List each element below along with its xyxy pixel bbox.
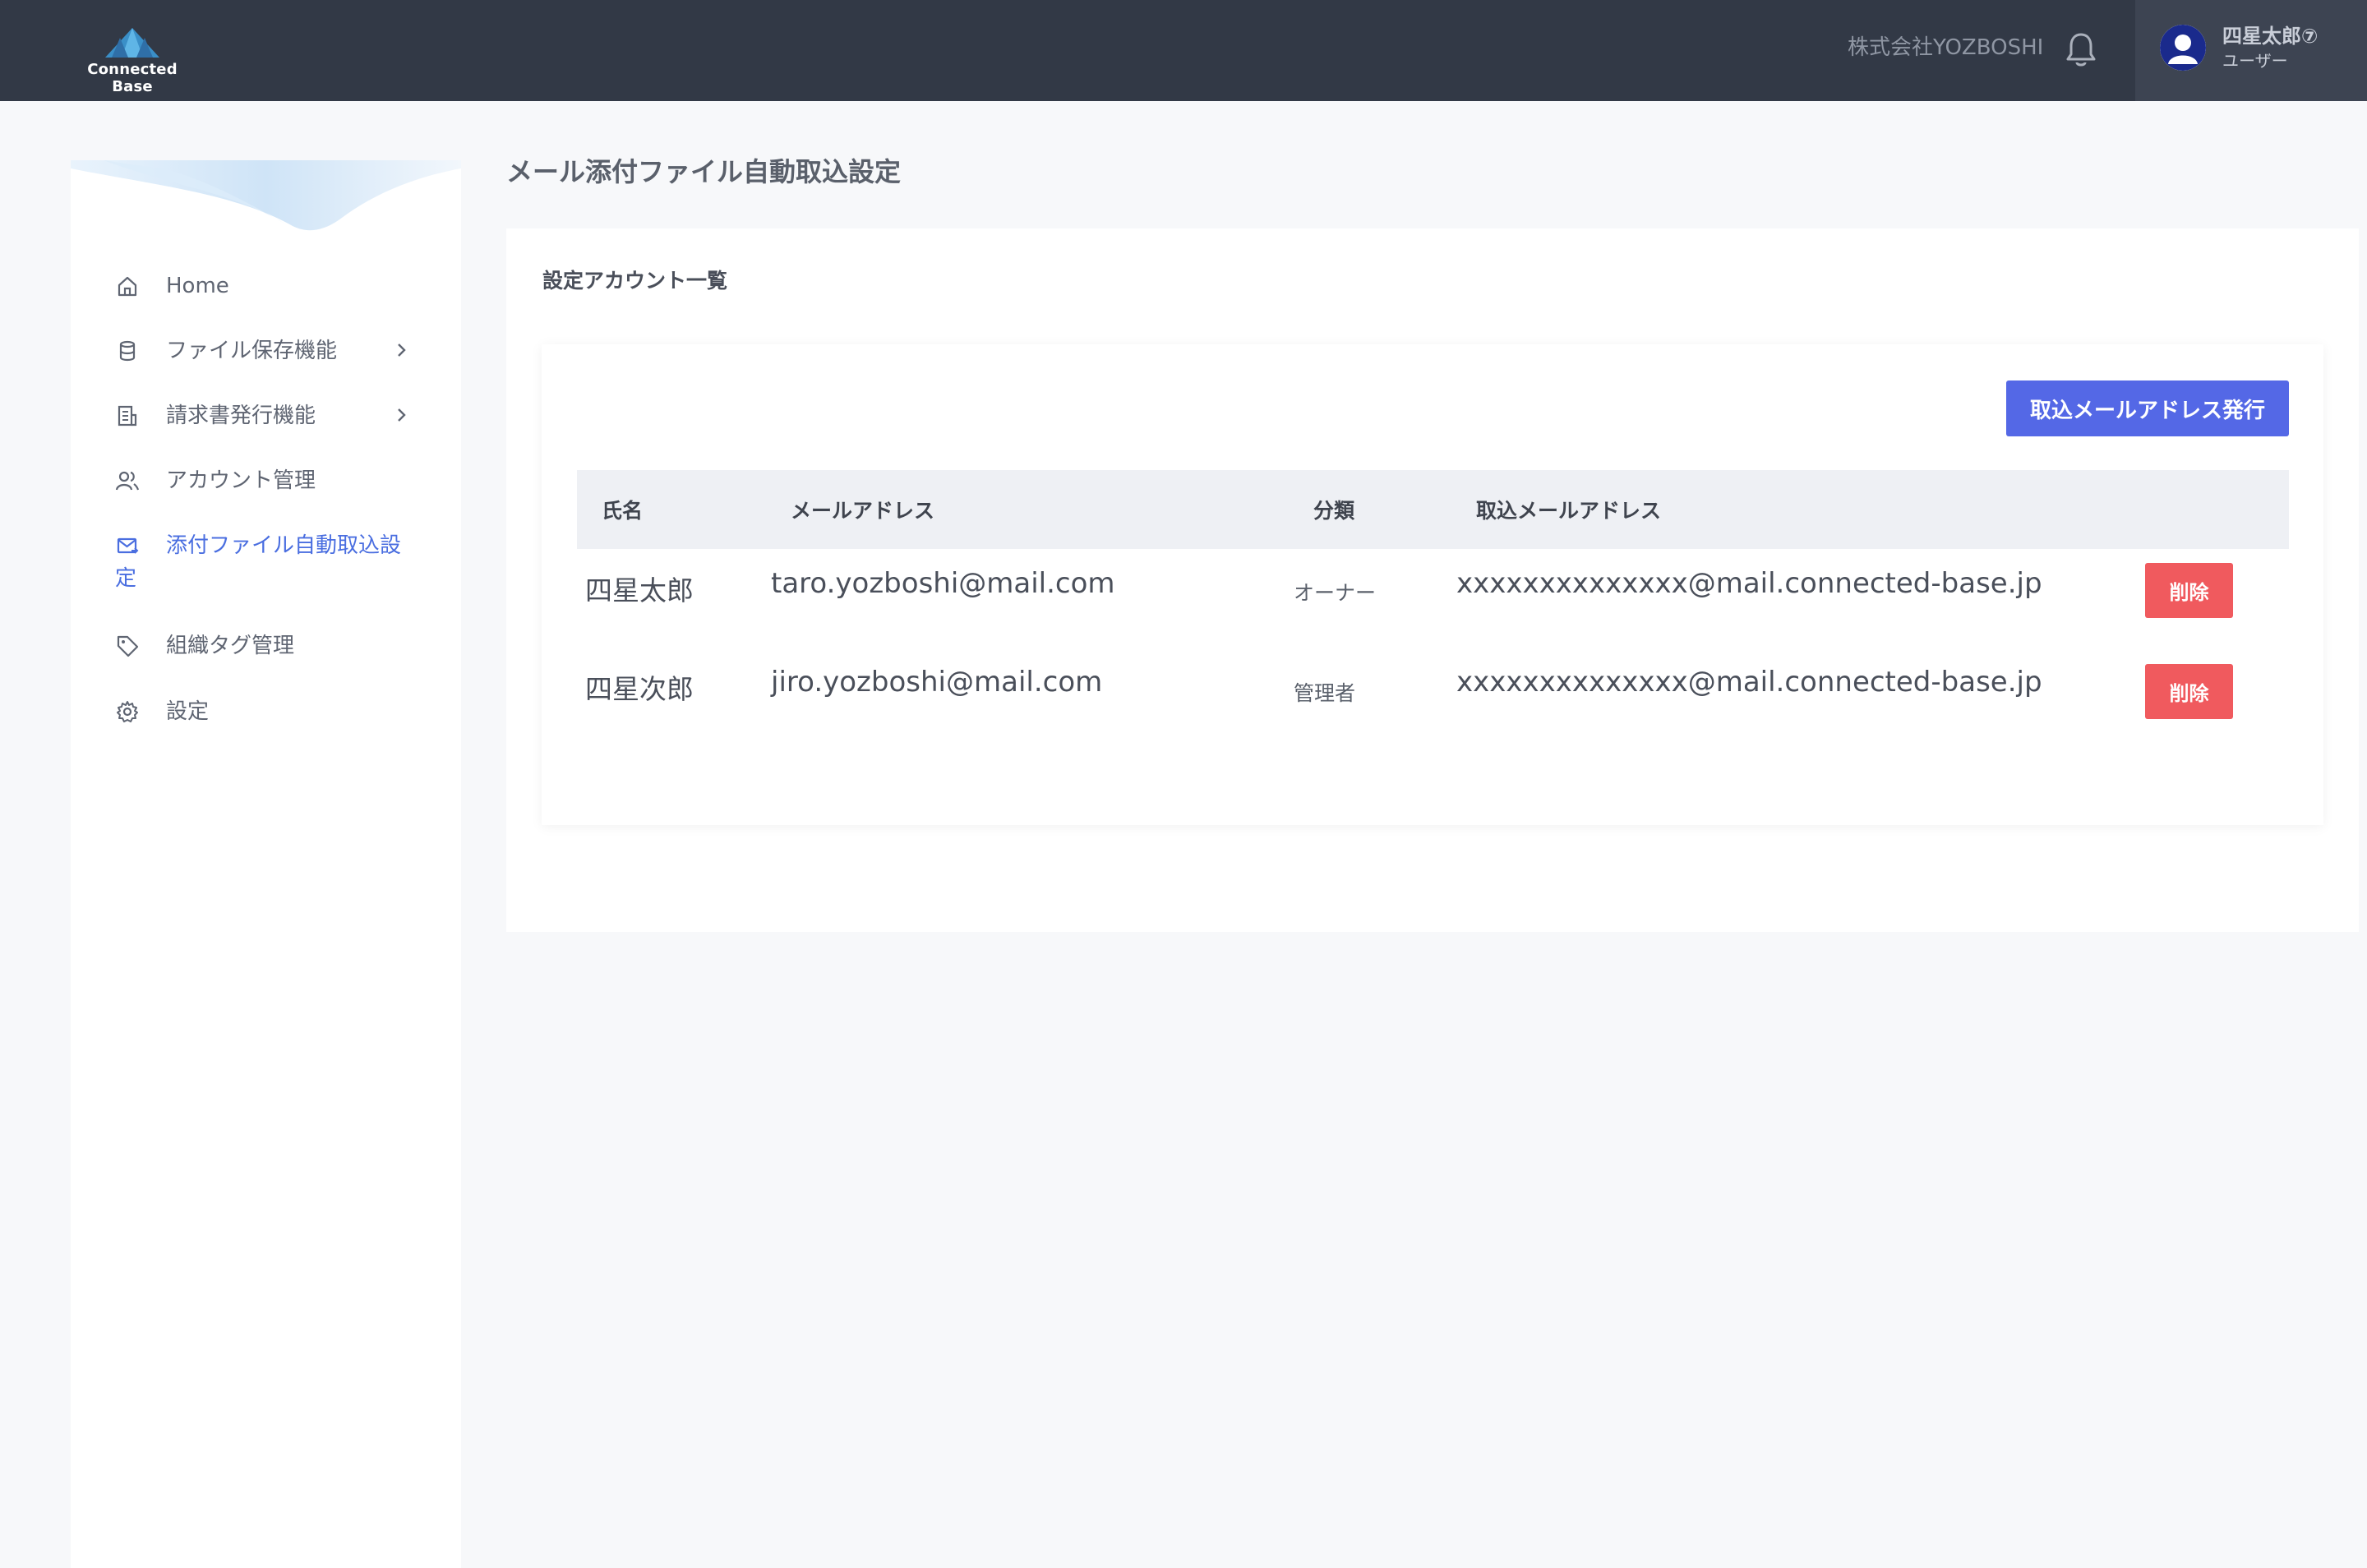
sidebar-item-accounts[interactable]: アカウント管理	[71, 462, 461, 511]
user-menu[interactable]: 四星太郎⑦ ユーザー	[2135, 0, 2367, 101]
sidebar-item-label-continued: 定	[115, 566, 137, 591]
card-title: 設定アカウント一覧	[542, 269, 728, 293]
user-avatar-icon	[2160, 25, 2206, 71]
column-header-type: 分類	[1313, 499, 1355, 523]
delete-button[interactable]: 削除	[2145, 563, 2233, 618]
delete-button[interactable]: 削除	[2145, 664, 2233, 719]
cell-name: 四星太郎	[585, 574, 694, 606]
logo-text: Connected Base	[87, 61, 178, 95]
cell-type: オーナー	[1294, 581, 1377, 605]
database-icon	[119, 340, 136, 362]
cell-email: taro.yozboshi@mail.com	[771, 567, 1115, 600]
tag-icon	[117, 635, 139, 657]
sidebar-item-label: Home	[166, 274, 229, 298]
cell-import-email: xxxxxxxxxxxxxx@mail.connected-base.jp	[1456, 666, 2042, 699]
users-icon	[115, 471, 140, 491]
page-title: メール添付ファイル自動取込設定	[506, 156, 902, 187]
logo-mark-icon	[105, 28, 159, 58]
user-name: 四星太郎⑦	[2222, 25, 2319, 48]
sidebar-item-label: 組織タグ管理	[166, 634, 295, 658]
sidebar: Home ファイル保存機能 請求書発行機能 アカウント管理 添付ファイル自動取込…	[71, 160, 461, 1568]
chevron-right-icon	[398, 344, 406, 357]
table-header: 氏名 メールアドレス 分類 取込メールアドレス	[577, 470, 2289, 549]
sidebar-item-label: ファイル保存機能	[166, 339, 338, 363]
accounts-panel: 取込メールアドレス発行 氏名 メールアドレス 分類 取込メールアドレス 四星太郎…	[542, 344, 2323, 825]
table-row: 四星太郎 taro.yozboshi@mail.com オーナー xxxxxxx…	[577, 560, 2289, 651]
table-row: 四星次郎 jiro.yozboshi@mail.com 管理者 xxxxxxxx…	[577, 659, 2289, 749]
cell-import-email: xxxxxxxxxxxxxx@mail.connected-base.jp	[1456, 567, 2042, 600]
mail-sync-icon	[117, 537, 139, 554]
issue-import-address-button[interactable]: 取込メールアドレス発行	[2006, 380, 2289, 436]
cell-type: 管理者	[1294, 681, 1356, 705]
invoice-icon	[118, 405, 137, 427]
accounts-card: 設定アカウント一覧 取込メールアドレス発行 氏名 メールアドレス 分類 取込メー…	[506, 228, 2359, 932]
sidebar-item-label: 添付ファイル自動取込設	[166, 533, 402, 558]
sidebar-item-org-tags[interactable]: 組織タグ管理	[71, 627, 461, 676]
cell-name: 四星次郎	[585, 673, 694, 705]
sidebar-item-label: アカウント管理	[166, 468, 316, 493]
chevron-right-icon	[398, 408, 406, 422]
sidebar-item-settings[interactable]: 設定	[71, 693, 461, 742]
sidebar-item-invoice[interactable]: 請求書発行機能	[71, 397, 461, 446]
sidebar-item-label: 設定	[166, 699, 210, 724]
user-role: ユーザー	[2222, 51, 2288, 71]
sidebar-item-label: 請求書発行機能	[166, 404, 316, 428]
notification-bell-icon[interactable]	[2065, 31, 2097, 69]
cell-email: jiro.yozboshi@mail.com	[771, 666, 1103, 699]
sidebar-item-home[interactable]: Home	[71, 267, 461, 316]
sidebar-item-mail-import[interactable]: 添付ファイル自動取込設 定	[71, 527, 461, 601]
sidebar-item-file-storage[interactable]: ファイル保存機能	[71, 332, 461, 381]
home-icon	[118, 276, 137, 297]
column-header-email: メールアドレス	[791, 499, 935, 523]
column-header-name: 氏名	[602, 499, 644, 523]
column-header-import-email: 取込メールアドレス	[1476, 499, 1662, 523]
sidebar-wave-decoration	[71, 160, 461, 231]
gear-icon	[117, 701, 138, 722]
top-header: Connected Base 株式会社YOZBOSHI 四星太郎⑦ ユーザー	[0, 0, 2367, 101]
avatar	[2160, 25, 2206, 71]
logo[interactable]: Connected Base	[71, 26, 194, 95]
company-name: 株式会社YOZBOSHI	[1848, 35, 2044, 60]
